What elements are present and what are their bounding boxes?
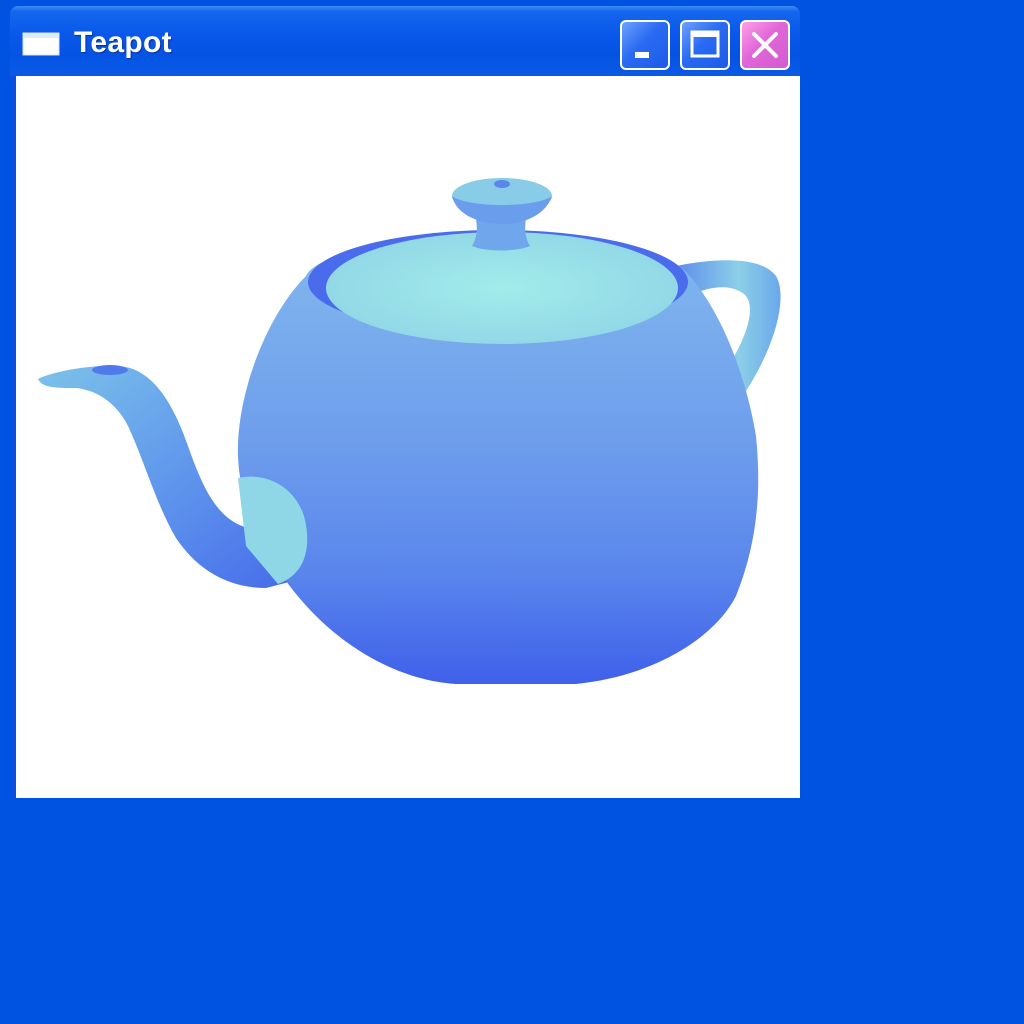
desktop: Teapot xyxy=(0,0,1024,1024)
window-icon xyxy=(22,32,60,56)
render-canvas xyxy=(16,76,800,798)
teapot-render xyxy=(38,178,781,684)
maximize-button[interactable] xyxy=(680,20,730,70)
close-button[interactable] xyxy=(740,20,790,70)
title-bar[interactable]: Teapot xyxy=(10,6,800,76)
close-icon xyxy=(752,32,778,58)
minimize-button[interactable] xyxy=(620,20,670,70)
teapot-window: Teapot xyxy=(10,6,800,798)
window-title: Teapot xyxy=(74,26,172,59)
minimize-icon xyxy=(635,52,649,58)
lid-knob-dot xyxy=(494,180,510,188)
spout-opening xyxy=(92,365,128,375)
maximize-icon xyxy=(690,30,720,58)
